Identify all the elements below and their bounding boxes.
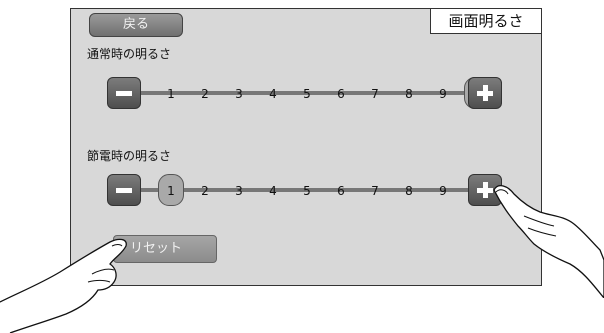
scale-tick[interactable]: 1 [159,182,183,200]
scale-tick[interactable]: 6 [329,85,353,103]
minus-icon [116,188,132,193]
scale-tick[interactable]: 3 [227,182,251,200]
scale-tick[interactable]: 4 [261,182,285,200]
normal-decrease-button[interactable] [107,77,141,109]
scale-tick[interactable]: 5 [295,85,319,103]
scale-tick[interactable]: 6 [329,182,353,200]
scale-tick[interactable]: 7 [363,85,387,103]
scale-tick[interactable]: 5 [295,182,319,200]
back-button[interactable]: 戻る [89,13,183,37]
scale-tick[interactable]: 2 [193,85,217,103]
normal-scale: 12345678910 [167,85,484,103]
saving-increase-button[interactable] [468,174,502,206]
minus-icon [116,91,132,96]
scale-tick[interactable]: 9 [431,182,455,200]
reset-button[interactable]: リセット [113,235,217,263]
normal-brightness-label: 通常時の明るさ [87,47,172,61]
scale-tick[interactable]: 7 [363,182,387,200]
scale-tick[interactable]: 8 [397,182,421,200]
page-title: 画面明るさ [430,9,541,34]
brightness-screen: 戻る 画面明るさ 通常時の明るさ 12345678910 節電時の明るさ 123… [70,8,542,286]
saving-brightness-slider[interactable]: 12345678910 [107,174,502,206]
scale-tick[interactable]: 8 [397,85,421,103]
saving-brightness-label: 節電時の明るさ [87,149,172,163]
normal-increase-button[interactable] [468,77,502,109]
scale-tick[interactable]: 1 [159,85,183,103]
scale-tick[interactable]: 9 [431,85,455,103]
scale-tick[interactable]: 2 [193,182,217,200]
saving-scale: 12345678910 [167,182,484,200]
saving-decrease-button[interactable] [107,174,141,206]
normal-brightness-slider[interactable]: 12345678910 [107,77,502,109]
scale-tick[interactable]: 4 [261,85,285,103]
scale-tick[interactable]: 3 [227,85,251,103]
